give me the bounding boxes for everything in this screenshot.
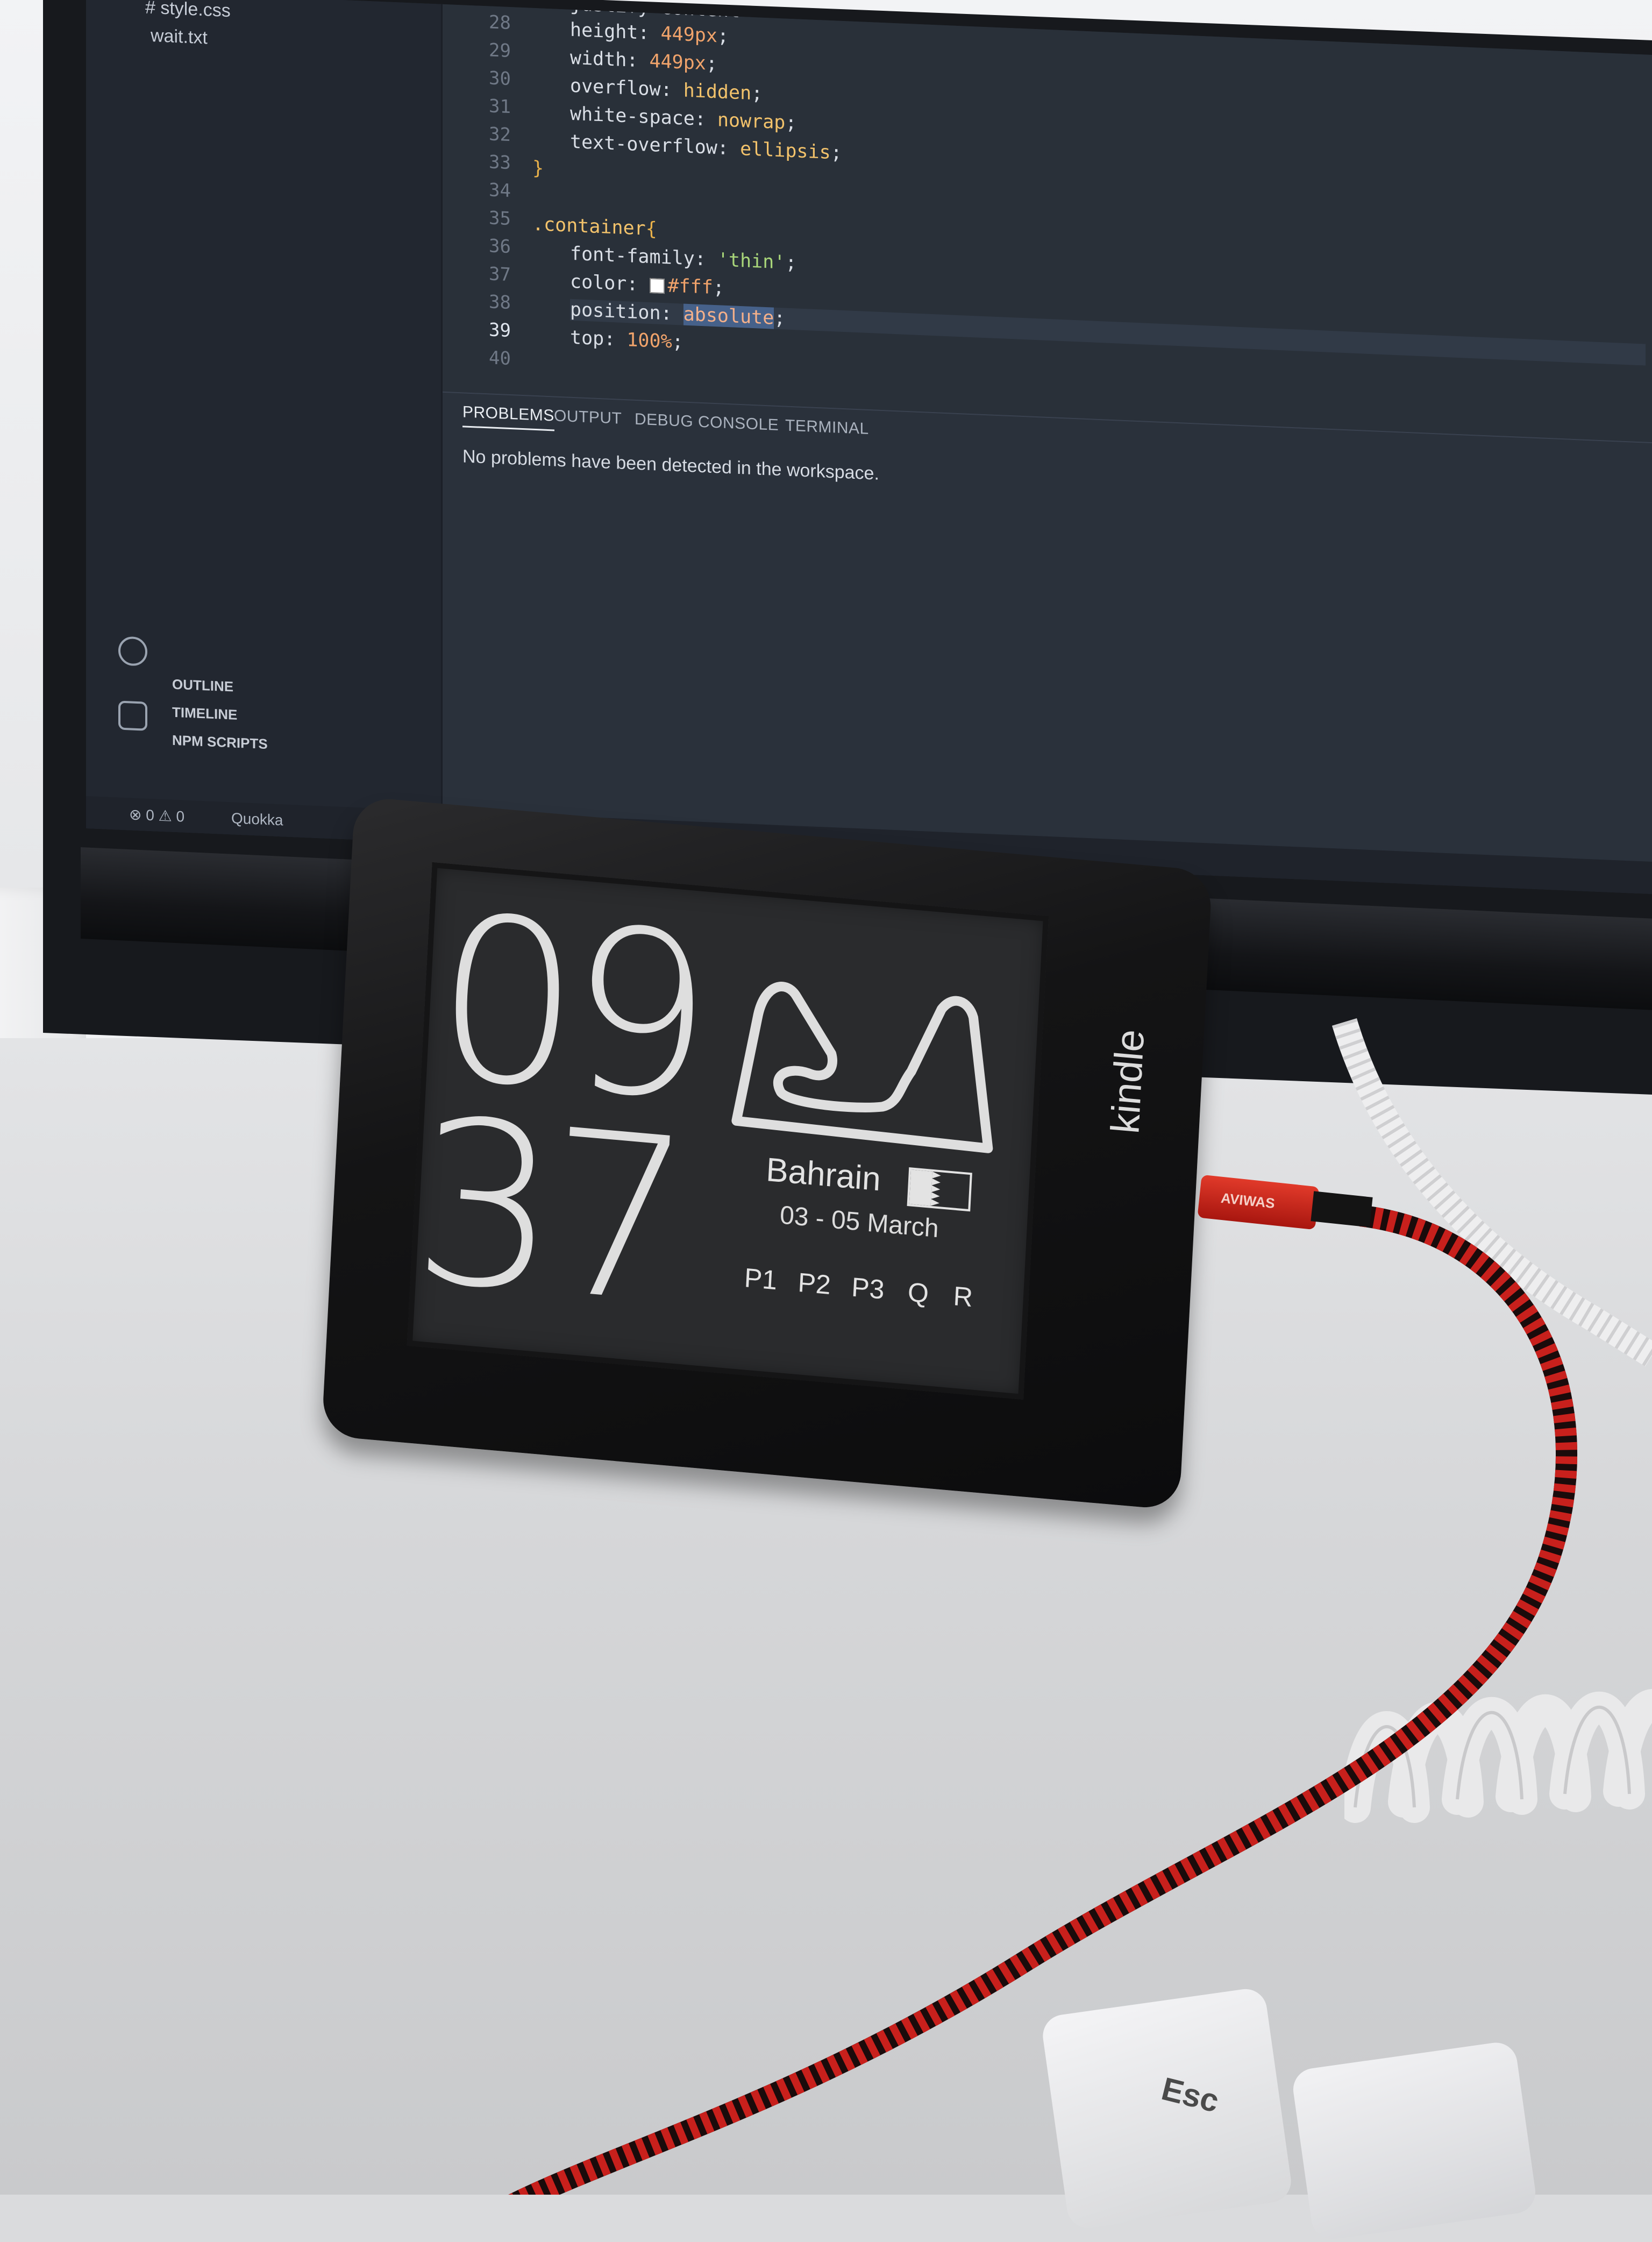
kindle-logo: kindle	[1102, 1027, 1153, 1136]
bahrain-track-icon	[731, 982, 993, 1153]
clock-minutes: 37	[408, 1069, 687, 1355]
session-r: R	[952, 1281, 974, 1313]
cable-brand: AVIWAS	[1220, 1189, 1276, 1212]
bahrain-flag-icon	[907, 1167, 972, 1212]
session-p2: P2	[797, 1267, 832, 1301]
kindle-device: 09 37 Bahrain 03 - 05 March P1 P2 P3 Q R…	[321, 796, 1218, 1516]
session-q: Q	[907, 1276, 930, 1309]
session-p3: P3	[851, 1272, 885, 1305]
kindle-screen: 09 37 Bahrain 03 - 05 March P1 P2 P3 Q R	[407, 862, 1049, 1400]
white-cable	[1332, 1018, 1652, 1367]
white-cable-braid	[1332, 1018, 1652, 1367]
session-p1: P1	[743, 1262, 778, 1296]
usb-strain-relief	[1311, 1191, 1373, 1228]
